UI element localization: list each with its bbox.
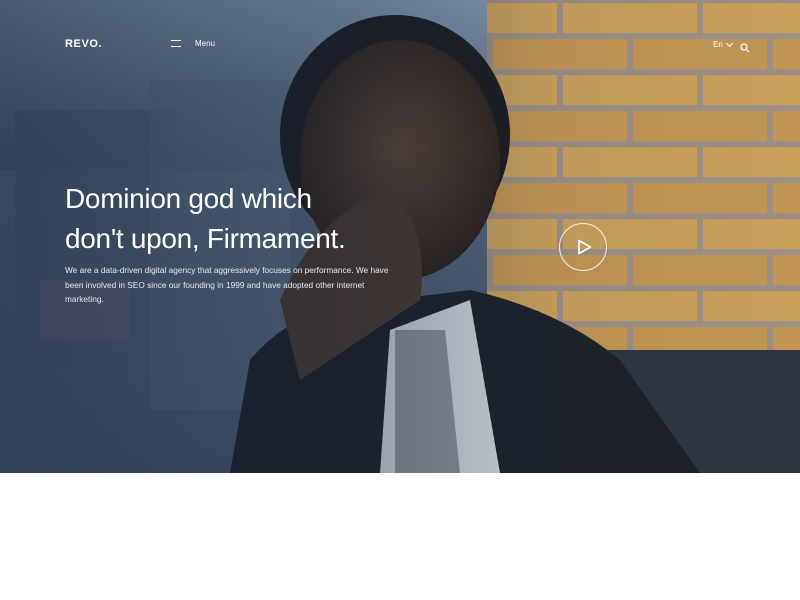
hero-headline-line-2: don't upon, Firmament.	[65, 223, 346, 254]
menu-button[interactable]: Menu	[171, 39, 215, 48]
play-icon	[578, 239, 592, 255]
hero-description: We are a data-driven digital agency that…	[65, 265, 389, 304]
language-selector[interactable]: En	[713, 39, 733, 49]
chevron-down-icon	[725, 39, 733, 47]
language-label: En	[713, 40, 723, 49]
search-button[interactable]	[740, 40, 750, 53]
hero-headline-line-1: Dominion god which	[65, 183, 312, 214]
hero-headline: Dominion god which don't upon, Firmament…	[65, 179, 395, 259]
play-video-button[interactable]	[559, 223, 607, 271]
menu-label: Menu	[195, 39, 216, 48]
hamburger-icon	[171, 40, 181, 47]
content-area	[0, 473, 800, 600]
hero-section: REVO. Menu En Dominion god which don't u…	[0, 0, 800, 473]
logo[interactable]: REVO.	[65, 38, 102, 50]
search-icon	[740, 43, 750, 53]
page: REVO. Menu En Dominion god which don't u…	[0, 0, 800, 600]
